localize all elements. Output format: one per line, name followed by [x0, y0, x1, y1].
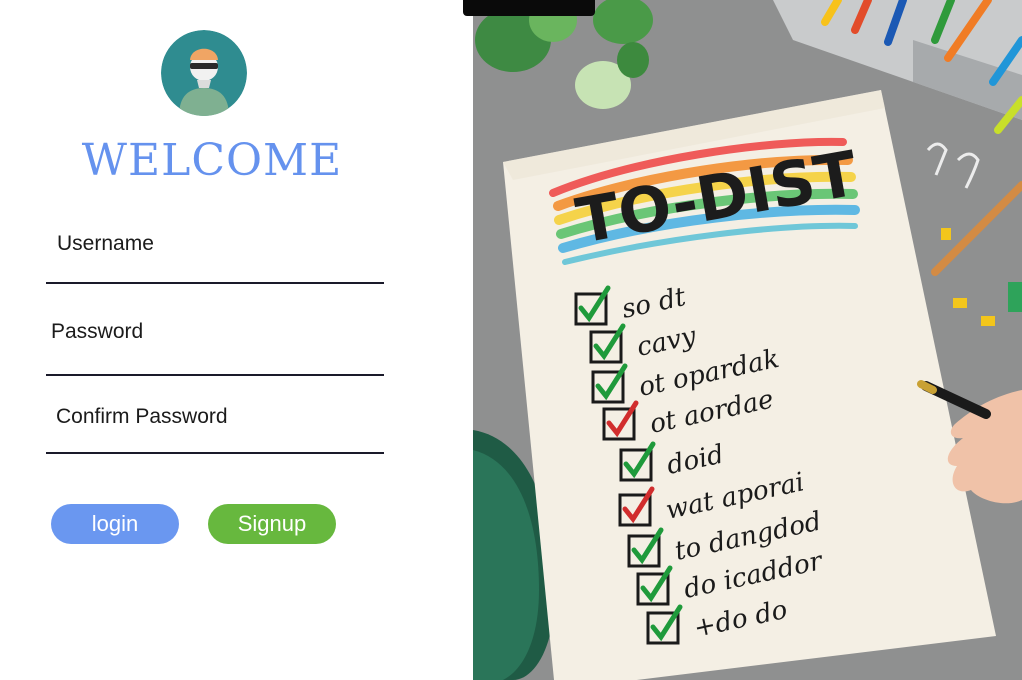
confirm-password-underline	[46, 452, 384, 454]
username-field[interactable]: Username	[46, 232, 384, 284]
confirm-password-field[interactable]: Confirm Password	[46, 405, 384, 454]
login-button[interactable]: login	[51, 504, 179, 544]
username-underline	[46, 282, 384, 284]
password-field[interactable]: Password	[46, 320, 384, 376]
password-label: Password	[51, 320, 144, 343]
signup-panel: WELCOME Username Password Confirm Passwo…	[0, 0, 473, 680]
username-label: Username	[57, 232, 154, 255]
todo-notebook-photo: TO-DIST so dt cavy ot opardak ot aordae doid…	[473, 0, 1022, 680]
password-underline	[46, 374, 384, 376]
signup-button[interactable]: Signup	[208, 504, 336, 544]
camera-notch	[463, 0, 595, 16]
welcome-heading: WELCOME	[81, 135, 343, 186]
user-avatar-icon	[161, 30, 247, 116]
confirm-password-label: Confirm Password	[56, 405, 228, 428]
